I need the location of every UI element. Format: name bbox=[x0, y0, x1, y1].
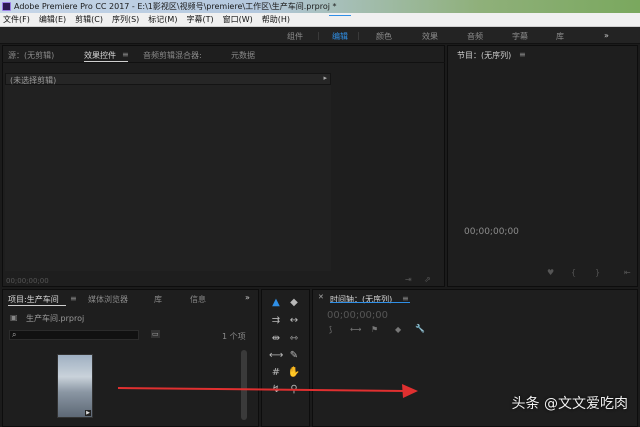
watermark: 头条 @文文爱吃肉 bbox=[511, 396, 628, 412]
annotation-arrow-icon bbox=[117, 384, 418, 398]
